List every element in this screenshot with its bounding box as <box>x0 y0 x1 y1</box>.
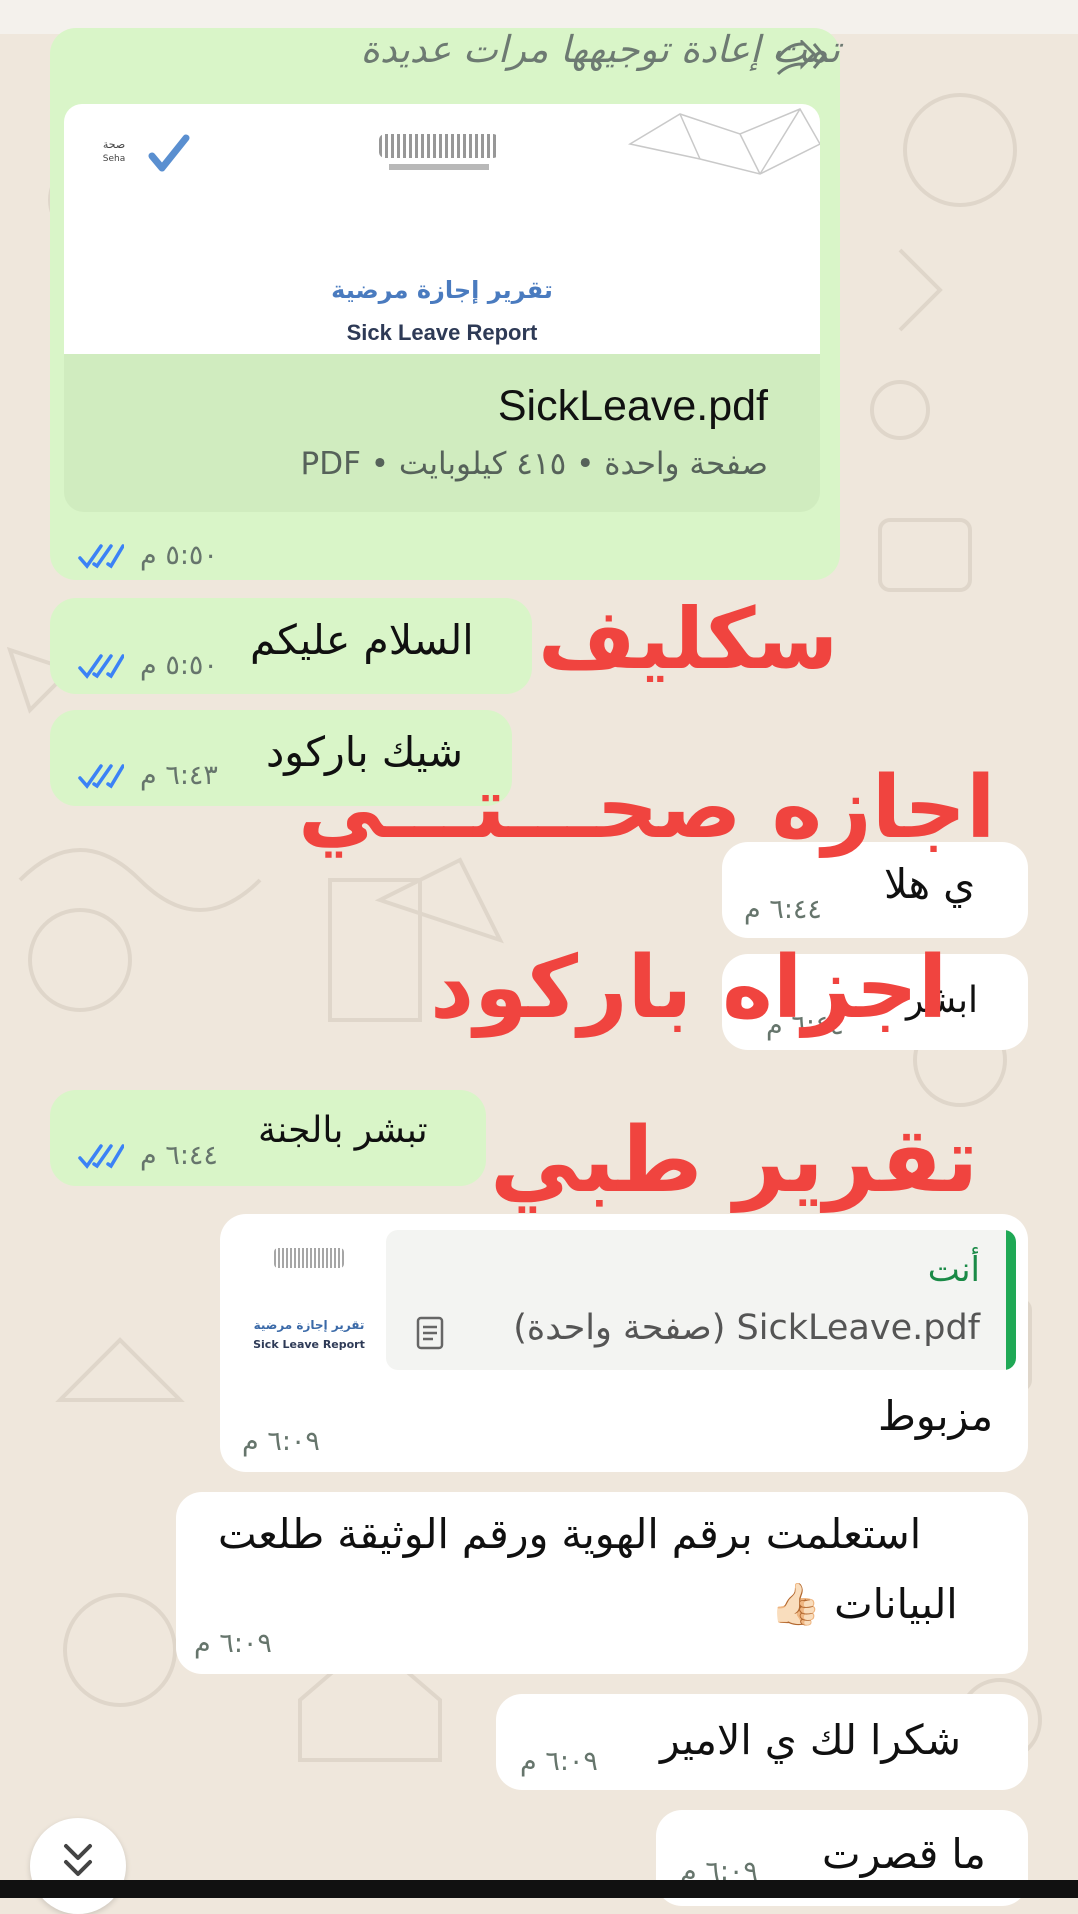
document-preview[interactable]: صحة Seha تقرير إجازة مرضية Sick Leave Re… <box>64 104 820 354</box>
message-text: شكرا لك ي الامير <box>660 1716 961 1764</box>
message-time: ٥:٥٠ م <box>140 650 218 681</box>
message-time: ٦:٤٤ م <box>140 1140 218 1171</box>
message-time: ٦:٠٩ م <box>194 1628 272 1659</box>
preview-title-en: Sick Leave Report <box>346 320 538 345</box>
reply-text: مزبوط <box>878 1392 994 1440</box>
document-file-meta: صفحة واحدة • ٤١٥ كيلوبايت • PDF <box>300 446 769 482</box>
saudi-emblem-logo <box>374 134 504 180</box>
preview-network-decoration <box>627 108 820 175</box>
message-time: ٦:٠٩ م <box>242 1426 320 1457</box>
document-icon <box>416 1316 444 1350</box>
scroll-to-bottom-button[interactable] <box>30 1818 126 1914</box>
quoted-document-thumbnail[interactable]: تقرير إجازة مرضية Sick Leave Report <box>234 1230 384 1370</box>
quote-accent-bar <box>1006 1230 1016 1370</box>
overlay-text-3: اجزاه باركود <box>430 938 948 1038</box>
forwarded-label: تمت إعادة توجيهها مرات عديدة <box>360 28 840 71</box>
quoted-sender: أنت <box>927 1250 980 1290</box>
overlay-text-1: سكليف <box>538 590 839 688</box>
message-time: ٥:٥٠ م <box>140 540 218 571</box>
message-text-line1: استعلمت برقم الهوية ورقم الوثيقة طلعت <box>218 1510 922 1558</box>
message-text: تبشر بالجنة <box>258 1110 428 1151</box>
read-receipt-icon <box>78 764 124 789</box>
overlay-text-4: تقرير طبي <box>490 1108 979 1213</box>
message-text: ي هلا <box>884 860 976 908</box>
message-time: ٦:٤٤ م <box>744 894 822 925</box>
check-icon <box>148 134 190 172</box>
message-text: السلام عليكم <box>250 616 474 664</box>
preview-title-ar: تقرير إجازة مرضية <box>331 276 553 304</box>
scroll-down-icon <box>64 1844 92 1876</box>
quoted-file-name: SickLeave.pdf (صفحة واحدة) <box>513 1308 980 1348</box>
message-time: ٦:٤٣ م <box>140 760 218 791</box>
message-text: ما قصرت <box>822 1830 986 1878</box>
read-receipt-icon <box>78 544 124 569</box>
message-text-line2: البيانات 👍🏻 <box>770 1580 958 1628</box>
seha-logo-en: Seha <box>102 154 126 164</box>
document-info[interactable]: SickLeave.pdf صفحة واحدة • ٤١٥ كيلوبايت … <box>64 354 820 512</box>
thumb-title-ar: تقرير إجازة مرضية <box>253 1318 365 1332</box>
thumb-title-en: Sick Leave Report <box>253 1338 365 1351</box>
read-receipt-icon <box>78 654 124 679</box>
quoted-message[interactable]: أنت SickLeave.pdf (صفحة واحدة) <box>386 1230 1016 1370</box>
bottom-edge <box>0 1880 1078 1898</box>
thumb-emblem-logo <box>274 1248 344 1268</box>
seha-logo-ar: صحة <box>102 138 126 151</box>
overlay-text-2: اجازه صحـــتـــي <box>298 758 996 858</box>
message-time: ٦:٠٩ م <box>520 1746 598 1777</box>
document-file-name: SickLeave.pdf <box>497 382 768 430</box>
seha-logo: صحة Seha <box>94 138 134 166</box>
read-receipt-icon <box>78 1144 124 1169</box>
